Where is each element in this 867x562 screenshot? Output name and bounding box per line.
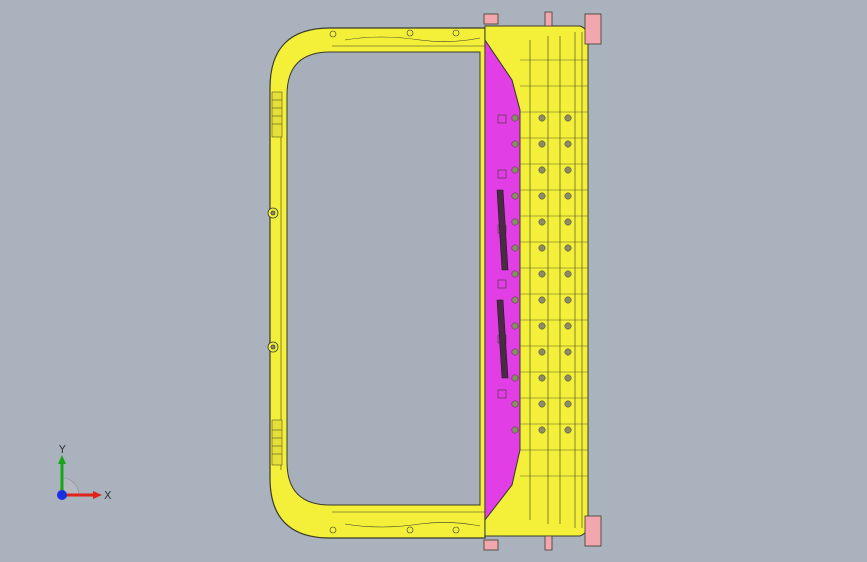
cad-viewport[interactable]: Y X: [0, 0, 867, 562]
frame-window-opening: [286, 51, 481, 506]
y-axis-arrow: [58, 455, 66, 464]
x-axis-label: X: [104, 489, 112, 502]
x-axis-arrow: [93, 491, 102, 499]
y-axis-label: Y: [58, 443, 66, 456]
vehicle-frame-model[interactable]: [0, 0, 867, 562]
z-axis-dot: [57, 490, 67, 500]
axis-triad: Y X: [57, 443, 112, 502]
